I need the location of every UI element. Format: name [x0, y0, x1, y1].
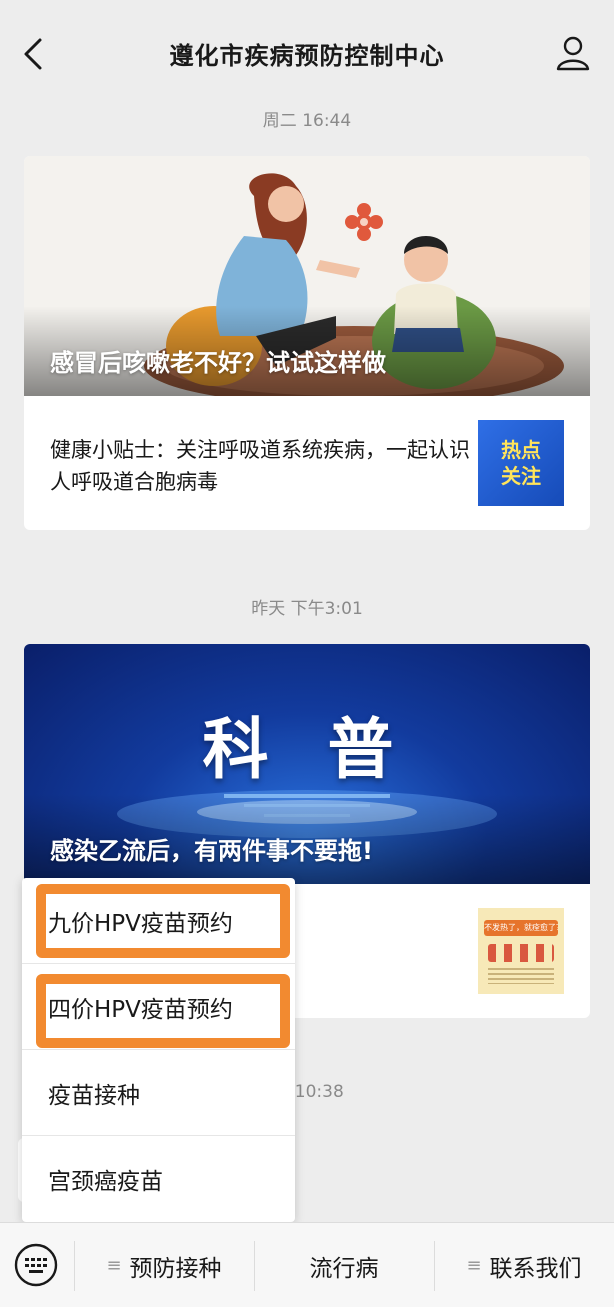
tab-label: 预防接种 — [129, 1255, 222, 1282]
article-card[interactable]: 感冒后咳嗽老不好？试试这样做 健康小贴士：关注呼吸道系统疾病，一起认识人呼吸道合… — [24, 156, 590, 530]
timestamp: 周二 16:44 — [262, 111, 352, 131]
menu-item-cervical-cancer-vaccine[interactable]: 宫颈癌疫苗 — [22, 1136, 295, 1222]
highlight-box — [36, 974, 290, 1048]
thumbnail-figures — [488, 944, 554, 962]
banner-heading: 科 普 — [202, 711, 412, 788]
timestamp: 昨天 下午3:01 — [251, 599, 363, 619]
timestamp: F10:38 — [285, 1082, 344, 1102]
tab-vaccination[interactable]: ≡ 预防接种 — [74, 1223, 254, 1307]
sub-article-thumbnail: 热点关注 — [478, 420, 564, 506]
nav-bar: 遵化市疾病预防控制中心 — [0, 0, 614, 92]
popup-submenu: 九价HPV疫苗预约 四价HPV疫苗预约 疫苗接种 宫颈癌疫苗 — [22, 878, 295, 1222]
thumbnail-lines — [488, 968, 554, 984]
thumbnail-label: 热点关注 — [501, 438, 541, 488]
article-title: 感冒后咳嗽老不好？试试这样做 — [50, 349, 386, 377]
tab-epidemics[interactable]: 流行病 — [254, 1223, 434, 1307]
tab-label: 流行病 — [309, 1255, 379, 1282]
highlight-box — [36, 884, 290, 958]
page-title: 遵化市疾病预防控制中心 — [169, 42, 445, 70]
sub-article[interactable]: 健康小贴士：关注呼吸道系统疾病，一起认识人呼吸道合胞病毒 热点关注 — [24, 396, 590, 530]
tab-contact-us[interactable]: ≡ 联系我们 — [434, 1223, 614, 1307]
tab-label: 联系我们 — [489, 1255, 582, 1282]
sub-article-thumbnail: 不发热了，就痊愈了？ — [478, 908, 564, 994]
menu-lines-icon: ≡ — [106, 1255, 122, 1276]
article-hero-image[interactable]: 科 普 感染乙流后，有两件事不要拖! — [24, 644, 590, 884]
menu-item-label: 宫颈癌疫苗 — [48, 1169, 163, 1195]
thumbnail-banner: 不发热了，就痊愈了？ — [484, 920, 558, 936]
article-hero-image[interactable]: 感冒后咳嗽老不好？试试这样做 — [24, 156, 590, 396]
sub-article-title: 健康小贴士：关注呼吸道系统疾病，一起认识人呼吸道合胞病毒 — [50, 438, 470, 494]
article-title: 感染乙流后，有两件事不要拖! — [50, 837, 373, 865]
bottom-menu-bar: ≡ 预防接种 流行病 ≡ 联系我们 — [0, 1222, 614, 1307]
menu-item-label: 疫苗接种 — [48, 1083, 140, 1109]
menu-item-vaccination[interactable]: 疫苗接种 — [22, 1050, 295, 1136]
menu-lines-icon: ≡ — [466, 1255, 482, 1276]
keyboard-icon[interactable] — [14, 1243, 58, 1287]
profile-icon[interactable] — [554, 34, 592, 72]
